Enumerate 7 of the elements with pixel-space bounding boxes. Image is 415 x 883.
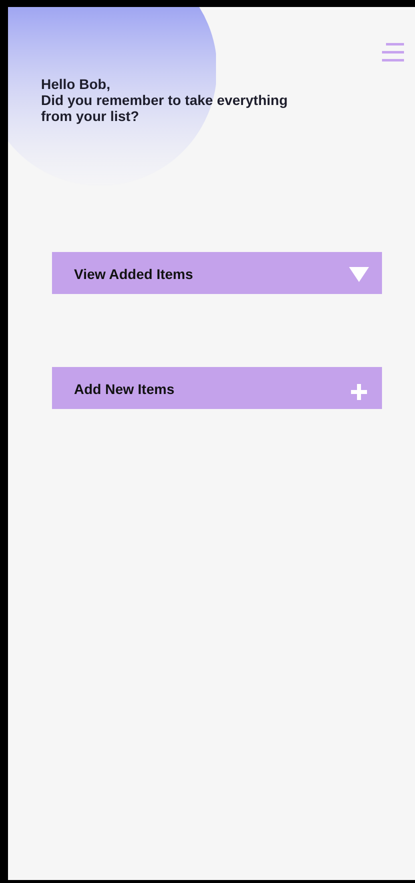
view-items-button[interactable]: View Added Items <box>52 252 382 294</box>
plus-icon <box>351 384 367 400</box>
add-items-button[interactable]: Add New Items <box>52 367 382 409</box>
menu-icon[interactable] <box>382 43 404 62</box>
question-text: Did you remember to take everything from your list? <box>41 92 289 124</box>
greeting-text: Hello Bob, <box>41 76 112 92</box>
triangle-icon <box>349 267 369 282</box>
